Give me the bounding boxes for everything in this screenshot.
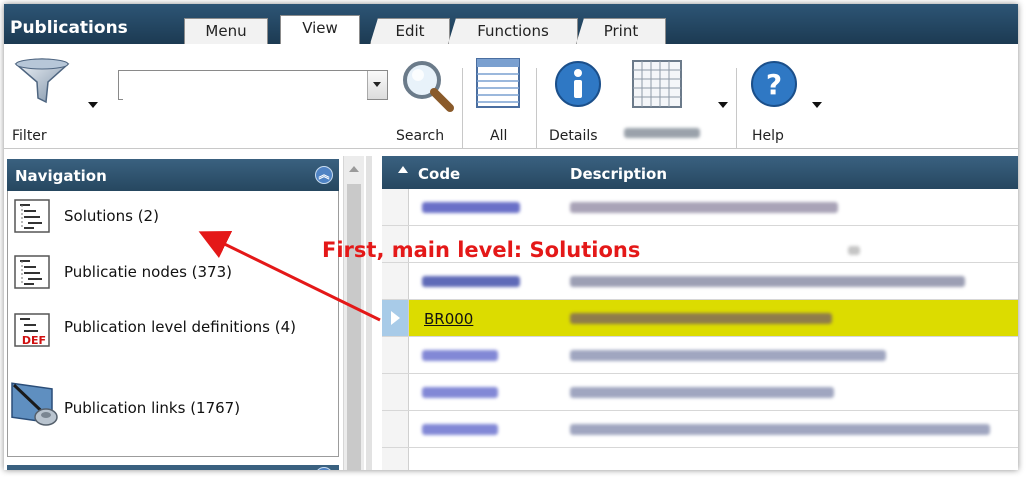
app-window: Publications Menu View Edit Functions Pr… bbox=[4, 4, 1018, 470]
annotation-arrows bbox=[198, 231, 381, 322]
arrow-to-solutions bbox=[198, 231, 381, 322]
